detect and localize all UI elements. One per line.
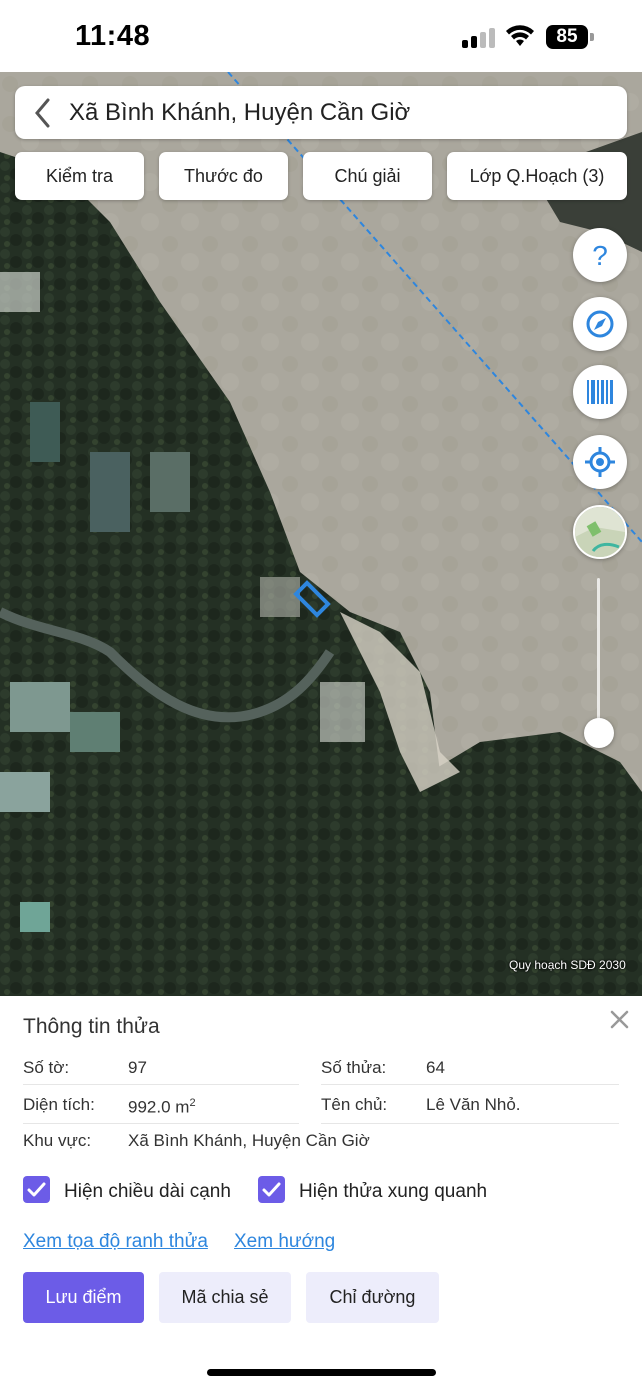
map-layer-icon: [575, 507, 625, 557]
map-view[interactable]: Quy hoạch SDĐ 2030: [0, 72, 642, 996]
compass-icon: [586, 310, 614, 338]
edge-length-label[interactable]: Hiện chiều dài cạnh: [64, 1181, 231, 1203]
panel-title: Thông tin thửa: [23, 1015, 160, 1038]
locate-icon: [585, 447, 615, 477]
measure-button[interactable]: Thước đo: [159, 152, 288, 200]
checkmark-icon: [262, 1182, 281, 1197]
sheet-number-label: Số tờ:: [23, 1058, 70, 1077]
map-attribution: Quy hoạch SDĐ 2030: [509, 958, 626, 972]
share-code-button[interactable]: Mã chia sẻ: [159, 1272, 291, 1323]
save-point-button[interactable]: Lưu điểm: [23, 1272, 144, 1323]
status-bar: 11:48 85: [0, 0, 642, 72]
map-layer-button[interactable]: [573, 505, 627, 559]
legend-button[interactable]: Chú giải: [303, 152, 432, 200]
checkmark-icon: [27, 1182, 46, 1197]
parcel-number-label: Số thửa:: [321, 1058, 387, 1077]
view-direction-link[interactable]: Xem hướng: [234, 1231, 335, 1253]
area-unit-superscript: 2: [189, 1097, 196, 1109]
close-icon[interactable]: [610, 1010, 629, 1029]
help-icon: ?: [592, 240, 608, 271]
location-header: Xã Bình Khánh, Huyện Cần Giờ: [15, 86, 627, 139]
battery-level: 85: [546, 25, 588, 49]
region-label: Khu vực:: [23, 1131, 92, 1150]
compass-button[interactable]: [573, 297, 627, 351]
barcode-icon: [587, 380, 613, 404]
parcel-number-value: 64: [426, 1058, 445, 1077]
svg-text:?: ?: [592, 240, 608, 271]
zoom-slider-track[interactable]: [597, 578, 600, 733]
home-indicator[interactable]: [207, 1369, 436, 1376]
area-label: Diện tích:: [23, 1095, 95, 1114]
help-button[interactable]: ?: [573, 228, 627, 282]
battery-icon: 85: [546, 25, 594, 49]
zoom-slider-thumb[interactable]: [584, 718, 614, 748]
location-title: Xã Bình Khánh, Huyện Cần Giờ: [69, 99, 411, 126]
region-value: Xã Bình Khánh, Huyện Cần Giờ: [128, 1131, 370, 1150]
edge-length-checkbox[interactable]: [23, 1176, 50, 1203]
directions-button[interactable]: Chỉ đường: [306, 1272, 439, 1323]
divider: [23, 1084, 299, 1085]
owner-label: Tên chủ:: [321, 1095, 388, 1114]
check-button[interactable]: Kiểm tra: [15, 152, 144, 200]
status-time: 11:48: [75, 20, 151, 52]
back-icon[interactable]: [33, 98, 53, 128]
divider: [321, 1123, 619, 1124]
divider: [321, 1084, 619, 1085]
satellite-imagery: [0, 72, 642, 996]
divider: [23, 1123, 299, 1124]
area-number: 992.0 m: [128, 1097, 190, 1117]
area-value: 992.0 m2: [128, 1097, 196, 1118]
cellular-signal-icon: [462, 28, 498, 48]
locate-button[interactable]: [573, 435, 627, 489]
owner-value: Lê Văn Nhỏ.: [426, 1095, 521, 1114]
neighbors-label[interactable]: Hiện thửa xung quanh: [299, 1181, 487, 1203]
sheet-number-value: 97: [128, 1058, 147, 1077]
barcode-button[interactable]: [573, 365, 627, 419]
wifi-icon: [506, 25, 534, 46]
view-coordinates-link[interactable]: Xem tọa độ ranh thửa: [23, 1231, 208, 1253]
neighbors-checkbox[interactable]: [258, 1176, 285, 1203]
planning-layers-button[interactable]: Lớp Q.Hoạch (3): [447, 152, 627, 200]
